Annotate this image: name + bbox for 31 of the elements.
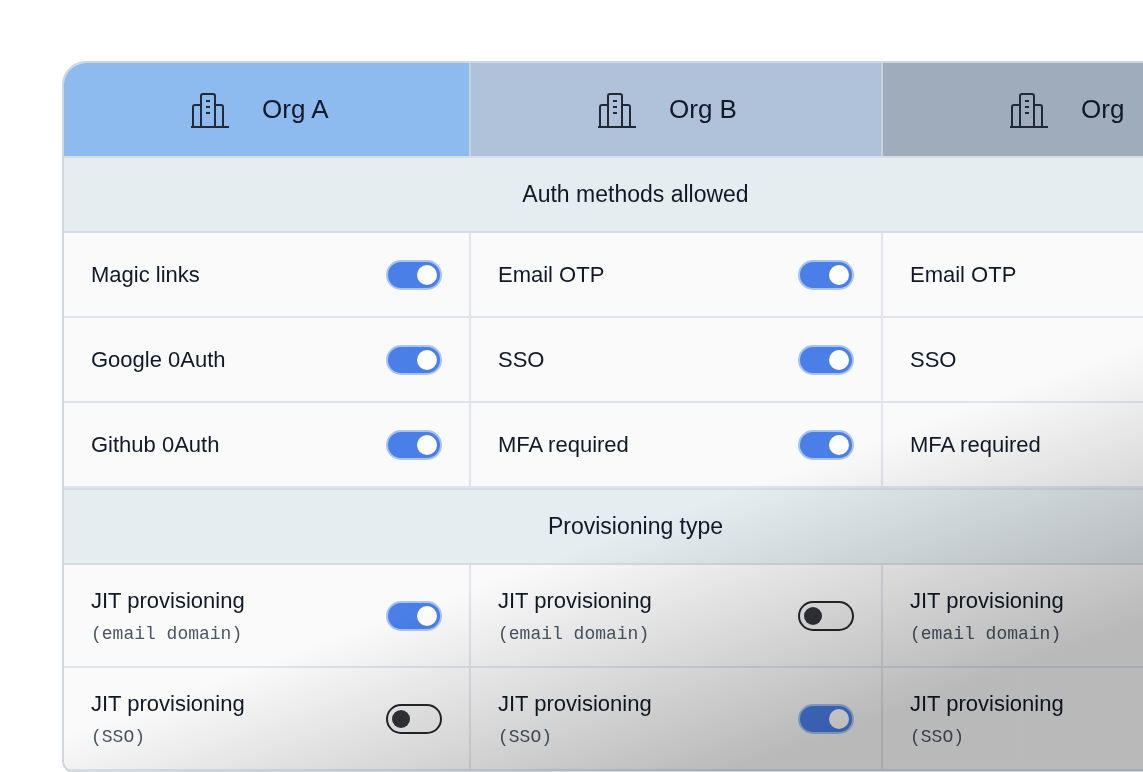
building-icon xyxy=(1009,91,1049,128)
org-name: Org A xyxy=(262,93,329,126)
option-detail: (email domain) xyxy=(910,622,1063,646)
option-label: MFA required xyxy=(498,431,629,459)
section-header: Auth methods allowed xyxy=(64,156,1143,233)
building-icon xyxy=(597,91,637,128)
option-label: Google 0Auth xyxy=(91,346,226,374)
option-detail: (email domain) xyxy=(91,622,244,646)
section-header: Provisioning type xyxy=(64,488,1143,565)
option-label: Email OTP xyxy=(910,261,1017,289)
toggle-switch[interactable] xyxy=(798,600,854,631)
toggle-switch[interactable] xyxy=(386,703,442,734)
option-label: JIT provisioning xyxy=(498,586,652,615)
option-label: JIT provisioning xyxy=(498,689,652,718)
option-label: SSO xyxy=(910,346,957,374)
option-label: Magic links xyxy=(91,261,200,289)
option-label: MFA required xyxy=(910,431,1041,459)
option-label: Github 0Auth xyxy=(91,431,220,459)
org-name: Org xyxy=(1081,93,1125,126)
option-label: JIT provisioning xyxy=(910,586,1064,615)
option-label: JIT provisioning xyxy=(91,689,245,718)
option-detail: (SSO) xyxy=(498,725,553,749)
org-name: Org B xyxy=(669,93,737,126)
option-label: SSO xyxy=(498,346,545,374)
option-detail: (email domain) xyxy=(498,622,651,646)
building-icon xyxy=(190,91,230,128)
option-detail: (SSO) xyxy=(91,725,146,749)
option-label: JIT provisioning xyxy=(91,586,245,615)
option-label: JIT provisioning xyxy=(910,689,1064,718)
option-label: Email OTP xyxy=(498,261,605,289)
option-detail: (SSO) xyxy=(910,725,965,749)
